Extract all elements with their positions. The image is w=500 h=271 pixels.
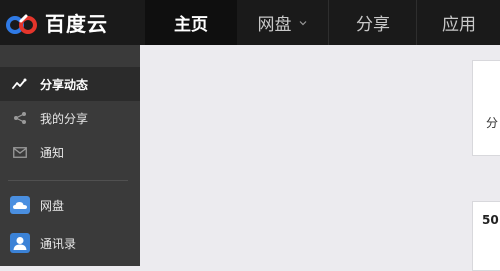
nav-tab-share[interactable]: 分享: [330, 0, 417, 45]
content-card: 50: [472, 201, 500, 271]
sidebar-item-label: 网盘: [40, 198, 65, 213]
sidebar-item-my-shares[interactable]: 我的分享: [0, 101, 140, 135]
contacts-icon: [10, 233, 30, 253]
sidebar-item-label: 通讯录: [40, 236, 77, 251]
nav-tab-share-label: 分享: [356, 15, 390, 35]
sidebar-item-share-activity[interactable]: 分享动态: [0, 67, 140, 101]
share-icon: [10, 108, 30, 128]
sidebar-divider: [8, 180, 128, 181]
sidebar-item-contacts[interactable]: 通讯录: [0, 226, 140, 260]
nav-tab-apps-label: 应用: [442, 15, 476, 35]
cloud-icon: [10, 195, 30, 215]
content-card-text: 50: [482, 213, 499, 227]
sidebar-item-netdisk[interactable]: 网盘: [0, 188, 140, 222]
activity-icon: [10, 74, 30, 94]
baidu-cloud-logo[interactable]: 百度云: [4, 0, 108, 45]
top-navigation-bar: 百度云 主页 网盘 分享 应用: [0, 0, 500, 45]
mail-icon: [10, 142, 30, 162]
brand-name: 百度云: [45, 12, 108, 36]
sidebar-item-notifications[interactable]: 通知: [0, 135, 140, 169]
sidebar: 分享动态 我的分享 通知 网盘 通讯录: [0, 45, 140, 266]
nav-tab-home-label: 主页: [174, 15, 208, 35]
nav-tab-netdisk-label: 网盘: [257, 15, 292, 35]
sidebar-item-label: 分享动态: [40, 77, 89, 92]
content-card: 分: [472, 60, 500, 156]
chevron-down-icon: [299, 20, 306, 25]
sidebar-item-label: 通知: [40, 145, 65, 160]
sidebar-item-label: 我的分享: [40, 111, 89, 126]
main-content: 分 50: [140, 45, 500, 271]
nav-tab-home[interactable]: 主页: [145, 0, 237, 45]
content-card-text: 分: [486, 116, 499, 130]
nav-tab-apps[interactable]: 应用: [418, 0, 500, 45]
nav-tab-netdisk[interactable]: 网盘: [237, 0, 329, 45]
baidu-cloud-logo-icon: [6, 14, 37, 34]
